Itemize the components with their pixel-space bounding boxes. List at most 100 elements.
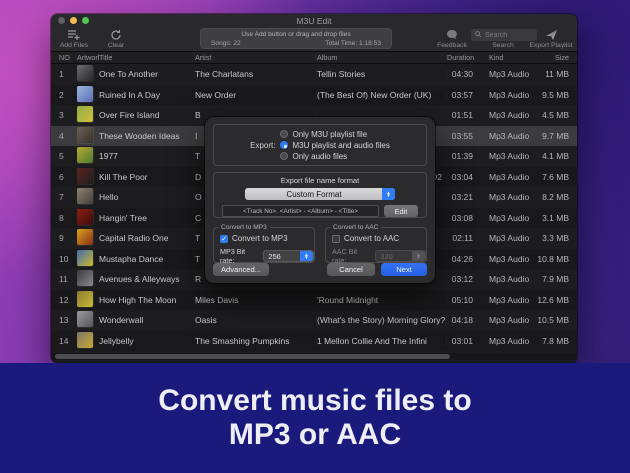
table-row[interactable]: 13WonderwallOasis(What's the Story) Morn…	[51, 310, 577, 331]
artwork-cell	[77, 127, 99, 145]
table-row[interactable]: 12How High The MoonMiles Davis'Round Mid…	[51, 290, 577, 311]
table-header-row: NOArtworkTitleArtistAlbumDurationKindSiz…	[51, 52, 577, 64]
artwork-cell	[77, 188, 99, 206]
song-duration: 03:04	[447, 172, 481, 182]
column-header-duration[interactable]: Duration	[447, 53, 481, 62]
cancel-button[interactable]: Cancel	[327, 263, 375, 276]
song-artist: The Charlatans	[195, 69, 317, 79]
column-header-title[interactable]: Title	[99, 53, 195, 62]
radio-icon	[280, 152, 288, 160]
song-kind: Mp3 Audio	[481, 295, 535, 305]
clear-button[interactable]: Clear	[103, 29, 129, 49]
mp3-bitrate-select[interactable]: 256 ▲▼	[263, 250, 314, 262]
album-artwork	[77, 209, 93, 225]
song-duration: 02:11	[447, 233, 481, 243]
song-duration: 04:26	[447, 254, 481, 264]
convert-mp3-checkbox-row[interactable]: ✓ Convert to MP3	[220, 234, 314, 243]
song-size: 4.1 MB	[535, 151, 569, 161]
song-artist: Oasis	[195, 315, 317, 325]
column-header-artwork[interactable]: Artwork	[77, 53, 99, 62]
song-size: 3.3 MB	[535, 233, 569, 243]
song-title: How High The Moon	[99, 295, 195, 305]
mp3-checkbox[interactable]: ✓	[220, 235, 228, 243]
song-size: 9.5 MB	[535, 90, 569, 100]
feedback-label: Feedback	[437, 42, 467, 49]
artwork-cell	[77, 332, 99, 350]
add-files-button[interactable]: Add Files	[57, 29, 91, 49]
format-pattern-field[interactable]: <Track No>. <Artist> - <Album> - <Title>	[222, 205, 379, 217]
banner-line1: Convert music files to	[158, 384, 471, 418]
song-kind: Mp3 Audio	[481, 90, 535, 100]
song-album: (The Best Of) New Order (UK)	[317, 90, 447, 100]
column-header-kind[interactable]: Kind	[481, 53, 535, 62]
song-kind: Mp3 Audio	[481, 213, 535, 223]
song-title: Capital Radio One	[99, 233, 195, 243]
convert-aac-checkbox-row[interactable]: Convert to AAC	[332, 234, 426, 243]
album-artwork	[77, 65, 93, 81]
song-number: 9	[59, 233, 77, 243]
artwork-cell	[77, 168, 99, 186]
chevron-updown-icon: ▲▼	[382, 188, 395, 200]
aac-bitrate-value: 320	[380, 252, 392, 261]
search-input[interactable]: Search	[471, 29, 537, 41]
song-kind: Mp3 Audio	[481, 131, 535, 141]
radio-label: M3U playlist and audio files	[292, 141, 389, 150]
chevron-updown-icon: ▲▼	[300, 251, 313, 261]
list-plus-icon	[57, 29, 91, 41]
table-row[interactable]: 14JellybellyThe Smashing Pumpkins1 Mello…	[51, 331, 577, 352]
circular-arrow-icon	[103, 29, 129, 41]
song-kind: Mp3 Audio	[481, 254, 535, 264]
album-artwork	[77, 106, 93, 122]
aac-checkbox[interactable]	[332, 235, 340, 243]
song-artist: Miles Davis	[195, 295, 317, 305]
aac-checkbox-label: Convert to AAC	[344, 234, 399, 243]
song-number: 12	[59, 295, 77, 305]
horizontal-scrollbar[interactable]	[51, 353, 577, 360]
song-title: Avenues & Alleyways	[99, 274, 195, 284]
column-header-size[interactable]: Size	[535, 53, 569, 62]
scrollbar-thumb[interactable]	[55, 354, 450, 359]
column-header-no[interactable]: NO	[59, 53, 77, 62]
song-title: These Wooden Ideas	[99, 131, 195, 141]
export-label: Export:	[250, 141, 275, 150]
promo-banner: Convert music files to MP3 or AAC	[0, 363, 630, 473]
app-window: M3U Edit Add Files Clear Use Add button …	[51, 14, 577, 363]
chevron-updown-icon: ▲▼	[412, 251, 425, 261]
song-title: Hangin' Tree	[99, 213, 195, 223]
radio-icon	[280, 141, 288, 149]
song-number: 7	[59, 192, 77, 202]
export-radio-option[interactable]: Only M3U playlist file	[280, 129, 389, 140]
table-row[interactable]: 2Ruined In A DayNew Order(The Best Of) N…	[51, 85, 577, 106]
export-playlist-button[interactable]: Export Playlist	[529, 29, 573, 49]
song-title: Hello	[99, 192, 195, 202]
clear-label: Clear	[108, 42, 124, 49]
export-radio-option[interactable]: M3U playlist and audio files	[280, 140, 389, 151]
banner-line2: MP3 or AAC	[229, 418, 401, 452]
next-button[interactable]: Next	[381, 263, 427, 276]
album-artwork	[77, 332, 93, 348]
songs-count: Songs: 22	[211, 40, 241, 47]
song-title: Over Fire Island	[99, 110, 195, 120]
export-radio-option[interactable]: Only audio files	[280, 151, 389, 162]
album-artwork	[77, 291, 93, 307]
edit-button[interactable]: Edit	[384, 205, 418, 217]
song-size: 12.6 MB	[535, 295, 569, 305]
feedback-button[interactable]: Feedback	[435, 29, 469, 49]
song-size: 11 MB	[535, 69, 569, 79]
artwork-cell	[77, 291, 99, 309]
aac-bitrate-select[interactable]: 320 ▲▼	[375, 250, 426, 262]
song-title: Mustapha Dance	[99, 254, 195, 264]
album-artwork	[77, 86, 93, 102]
advanced-button[interactable]: Advanced...	[213, 263, 269, 276]
artwork-cell	[77, 311, 99, 329]
add-files-label: Add Files	[60, 42, 88, 49]
song-number: 5	[59, 151, 77, 161]
song-kind: Mp3 Audio	[481, 233, 535, 243]
column-header-album[interactable]: Album	[317, 53, 447, 62]
song-kind: Mp3 Audio	[481, 151, 535, 161]
table-row[interactable]: 1One To AnotherThe CharlatansTellin Stor…	[51, 64, 577, 85]
format-select[interactable]: Custom Format ▲▼	[245, 188, 395, 200]
column-header-artist[interactable]: Artist	[195, 53, 317, 62]
song-kind: Mp3 Audio	[481, 274, 535, 284]
song-title: Wonderwall	[99, 315, 195, 325]
